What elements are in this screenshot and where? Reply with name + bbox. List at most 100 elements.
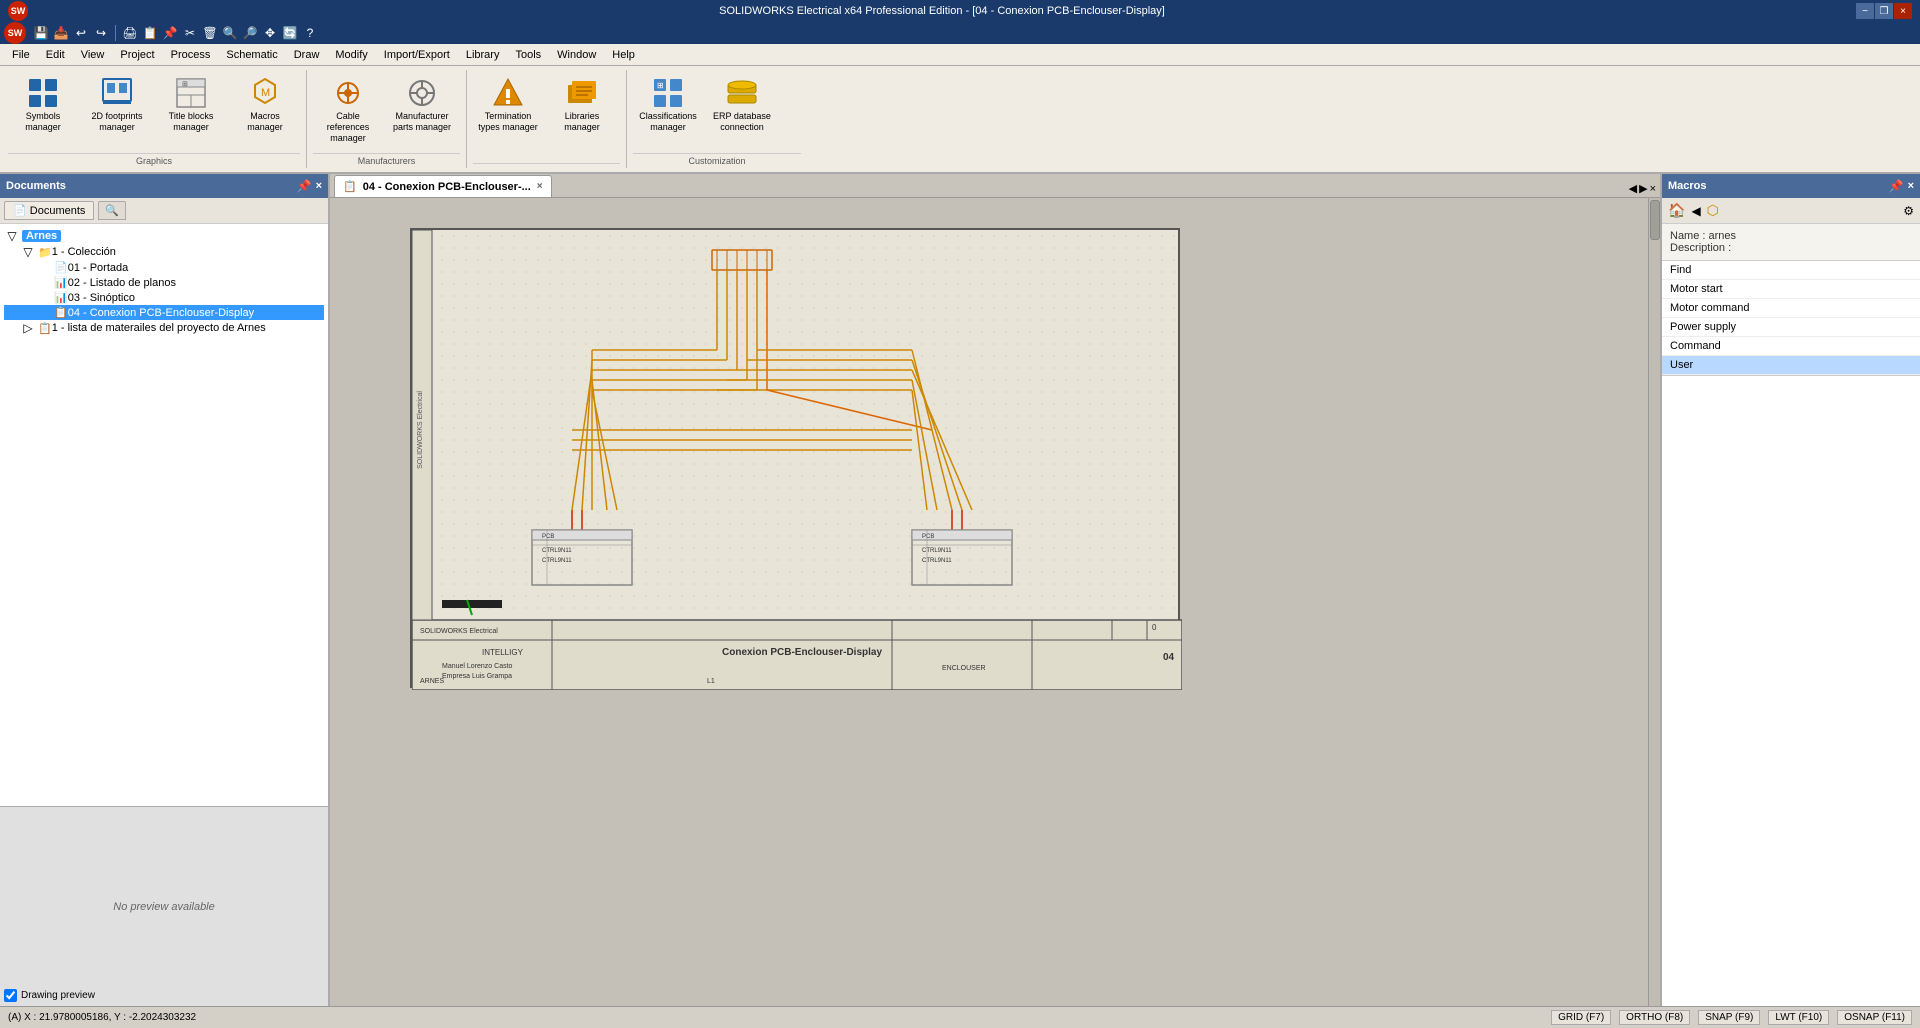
macro-search-result <box>1662 375 1920 403</box>
macro-item-user[interactable]: User <box>1662 356 1920 375</box>
toolbar-group-customization: ⊞ Classifications manager ERP database c… <box>627 70 807 168</box>
documents-panel-toolbar: 📄 Documents 🔍 <box>0 198 328 224</box>
canvas-tabs-bar: 📋 04 - Conexion PCB-Enclouser-... × ◀ ▶ … <box>330 174 1660 198</box>
svg-text:CTRL9N11: CTRL9N11 <box>922 558 952 564</box>
menu-tools[interactable]: Tools <box>507 47 549 63</box>
qa-save2-btn[interactable]: 📥 <box>52 24 70 42</box>
menu-importexport[interactable]: Import/Export <box>376 47 458 63</box>
status-coord: (A) X : 21.9780005186, Y : -2.2024303232 <box>8 1012 772 1023</box>
tab-close-btn[interactable]: × <box>537 181 543 192</box>
menu-file[interactable]: File <box>4 47 38 63</box>
macros-settings-btn[interactable]: ⚙ <box>1903 204 1914 218</box>
classifications-manager-btn[interactable]: ⊞ Classifications manager <box>633 74 703 136</box>
documents-close-btn[interactable]: × <box>316 180 322 192</box>
lwt-btn[interactable]: LWT (F10) <box>1768 1010 1829 1025</box>
minimize-button[interactable]: − <box>1856 3 1874 19</box>
menu-library[interactable]: Library <box>458 47 508 63</box>
svg-text:L1: L1 <box>707 678 715 685</box>
svg-text:PCB: PCB <box>542 534 554 540</box>
tree-item-conexion[interactable]: 📋 04 - Conexion PCB-Enclouser-Display <box>4 305 324 320</box>
libraries-manager-btn[interactable]: Libraries manager <box>547 74 617 136</box>
macro-item-find[interactable]: Find <box>1662 261 1920 280</box>
qa-delete-btn[interactable]: 🗑 <box>201 24 219 42</box>
tree-item-coleccion[interactable]: ▽ 📁 1 - Colección <box>4 244 324 260</box>
canvas-tab-active[interactable]: 📋 04 - Conexion PCB-Enclouser-... × <box>334 175 552 197</box>
osnap-btn[interactable]: OSNAP (F11) <box>1837 1010 1912 1025</box>
manufacturer-parts-btn[interactable]: Manufacturer parts manager <box>387 74 457 136</box>
svg-text:CTRL9N11: CTRL9N11 <box>542 548 572 554</box>
portada-icon: 📄 <box>54 261 68 274</box>
documents-pin-btn[interactable]: 📌 <box>297 179 312 193</box>
macros-manager-btn[interactable]: M Macros manager <box>230 74 300 136</box>
toolbar-group-manufacturers: Cable references manager Manufacturer pa… <box>307 70 467 168</box>
macro-item-power-supply[interactable]: Power supply <box>1662 318 1920 337</box>
macro-item-command[interactable]: Command <box>1662 337 1920 356</box>
grid-btn[interactable]: GRID (F7) <box>1551 1010 1611 1025</box>
qa-cut-btn[interactable]: ✂ <box>181 24 199 42</box>
cable-references-btn[interactable]: Cable references manager <box>313 74 383 146</box>
conexion-icon: 📋 <box>54 306 68 319</box>
tree-item-arnes[interactable]: ▽ Arnes <box>4 228 324 244</box>
termination-types-btn[interactable]: Termination types manager <box>473 74 543 136</box>
menu-window[interactable]: Window <box>549 47 604 63</box>
ortho-btn[interactable]: ORTHO (F8) <box>1619 1010 1690 1025</box>
qa-print-btn[interactable]: 🖨 <box>121 24 139 42</box>
tree-item-listado[interactable]: 📊 02 - Listado de planos <box>4 275 324 290</box>
qa-save-btn[interactable]: 💾 <box>32 24 50 42</box>
qa-redo-btn[interactable]: ↪ <box>92 24 110 42</box>
drawing-preview-checkbox[interactable] <box>4 989 17 1002</box>
manufacturers-group-label: Manufacturers <box>313 153 460 166</box>
macros-icon-btn[interactable]: ⬡ <box>1707 202 1719 219</box>
footprints-manager-btn[interactable]: 2D footprints manager <box>82 74 152 136</box>
macros-info: Name : arnes Description : <box>1662 224 1920 261</box>
symbols-manager-btn[interactable]: Symbols manager <box>8 74 78 136</box>
menu-process[interactable]: Process <box>163 47 219 63</box>
macro-item-motor-command[interactable]: Motor command <box>1662 299 1920 318</box>
menu-draw[interactable]: Draw <box>286 47 328 63</box>
doc-icon: 📄 <box>13 205 27 217</box>
macros-pin-btn[interactable]: 📌 <box>1889 179 1904 193</box>
close-button[interactable]: × <box>1894 3 1912 19</box>
macros-home-btn[interactable]: 🏠 <box>1668 202 1685 219</box>
qa-undo-btn[interactable]: ↩ <box>72 24 90 42</box>
documents-tab-btn[interactable]: 📄 Documents <box>4 201 94 220</box>
svg-text:M: M <box>261 87 270 99</box>
menu-help[interactable]: Help <box>604 47 643 63</box>
svg-text:⊞: ⊞ <box>182 81 188 88</box>
qa-help-btn[interactable]: ? <box>301 24 319 42</box>
tree-item-materiales[interactable]: ▷ 📋 1 - lista de materailes del proyecto… <box>4 320 324 336</box>
erp-database-btn[interactable]: ERP database connection <box>707 74 777 136</box>
menu-view[interactable]: View <box>73 47 113 63</box>
macros-list: Find Motor start Motor command Power sup… <box>1662 261 1920 1006</box>
tree-item-portada[interactable]: 📄 01 - Portada <box>4 260 324 275</box>
qa-copy-btn[interactable]: 📋 <box>141 24 159 42</box>
qa-zoomout-btn[interactable]: 🔎 <box>241 24 259 42</box>
title-blocks-manager-btn[interactable]: ⊞ Title blocks manager <box>156 74 226 136</box>
qa-refresh-btn[interactable]: 🔄 <box>281 24 299 42</box>
macro-item-motor-start[interactable]: Motor start <box>1662 280 1920 299</box>
tree-item-sinoptico[interactable]: 📊 03 - Sinóptico <box>4 290 324 305</box>
canvas-scrollbar-v[interactable] <box>1648 198 1660 1006</box>
canvas-content[interactable]: SOLIDWORKS Electrical INTELLIGY Manuel L… <box>330 198 1660 1006</box>
svg-text:PCB: PCB <box>922 534 934 540</box>
snap-btn[interactable]: SNAP (F9) <box>1698 1010 1760 1025</box>
drawing-preview-check[interactable]: Drawing preview <box>4 989 95 1002</box>
maximize-button[interactable]: ❐ <box>1875 3 1893 19</box>
qa-paste-btn[interactable]: 📌 <box>161 24 179 42</box>
canvas-nav-next[interactable]: ▶ <box>1639 182 1647 195</box>
menu-project[interactable]: Project <box>112 47 162 63</box>
macros-back-btn[interactable]: ◀ <box>1691 204 1700 218</box>
graphics-group-label: Graphics <box>8 153 300 166</box>
canvas-nav-prev[interactable]: ◀ <box>1629 182 1637 195</box>
macros-close-btn[interactable]: × <box>1908 180 1914 192</box>
search-tab-btn[interactable]: 🔍 <box>98 201 126 220</box>
menu-edit[interactable]: Edit <box>38 47 73 63</box>
qa-zoomin-btn[interactable]: 🔍 <box>221 24 239 42</box>
menu-schematic[interactable]: Schematic <box>218 47 285 63</box>
expand-arnes-icon: ▽ <box>4 229 20 243</box>
menu-modify[interactable]: Modify <box>327 47 375 63</box>
quick-access-toolbar: SW 💾 📥 ↩ ↪ 🖨 📋 📌 ✂ 🗑 🔍 🔎 ✥ 🔄 ? <box>0 22 1920 44</box>
macros-panel-toolbar: 🏠 ◀ ⬡ ⚙ <box>1662 198 1920 224</box>
qa-pan-btn[interactable]: ✥ <box>261 24 279 42</box>
canvas-close-btn[interactable]: × <box>1650 183 1656 195</box>
